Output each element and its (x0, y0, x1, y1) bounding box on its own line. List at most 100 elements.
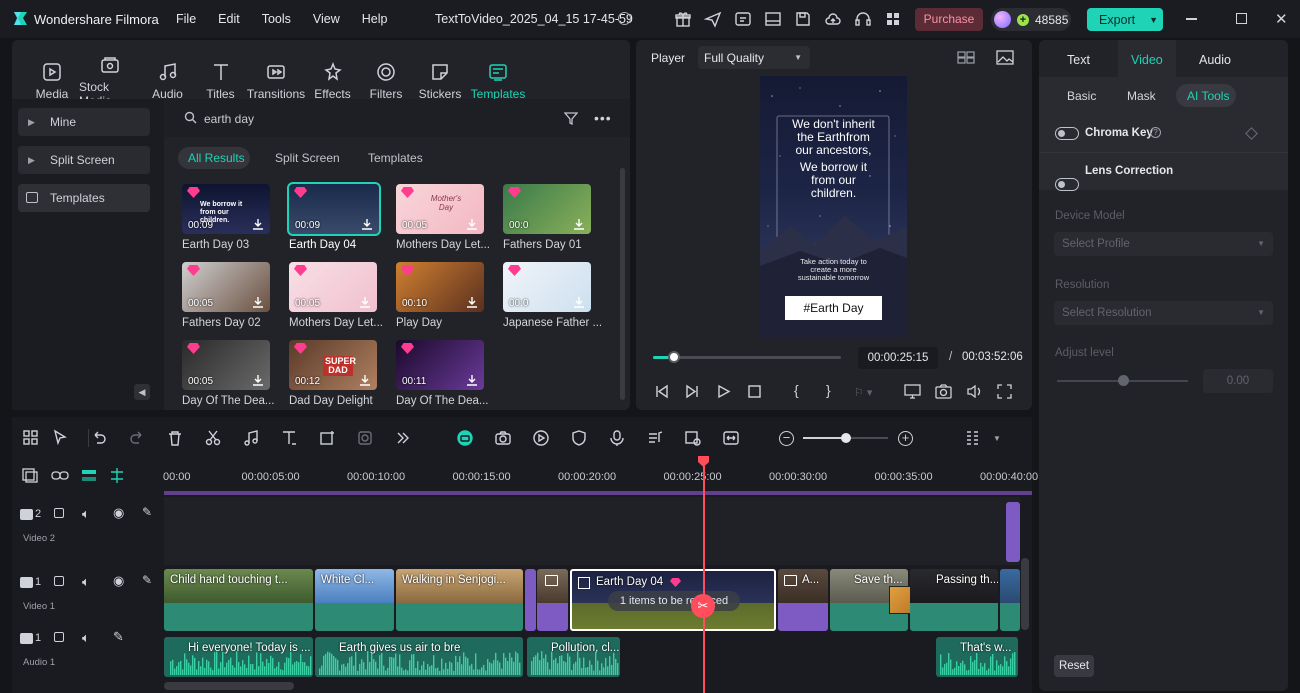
wand-icon[interactable]: ✎ (142, 573, 152, 587)
tab-stickers[interactable]: Stickers (412, 61, 468, 101)
track-stack-icon[interactable] (81, 468, 97, 483)
sidebar-item-mine[interactable]: ▶ Mine (18, 108, 150, 136)
filter-templates[interactable]: Templates (368, 151, 423, 165)
redo-icon[interactable] (128, 429, 166, 447)
delete-icon[interactable] (166, 429, 204, 447)
shield-icon[interactable] (570, 429, 608, 447)
video-clip[interactable]: Passing th... (910, 569, 998, 631)
lock-icon[interactable] (54, 632, 64, 642)
undo-icon[interactable] (90, 429, 128, 447)
video-clip[interactable] (1000, 569, 1020, 631)
cloud-upload-icon[interactable] (824, 10, 842, 28)
download-icon[interactable] (359, 296, 371, 308)
video-2-clip[interactable] (1006, 502, 1020, 562)
speaker-icon[interactable]: 🔈︎ (82, 574, 90, 590)
current-time[interactable]: 00:00:25:15 (858, 347, 938, 369)
menu-edit[interactable]: Edit (218, 12, 240, 26)
grid-view-icon[interactable] (957, 51, 975, 64)
export-button[interactable]: Export ▼ (1087, 8, 1163, 31)
reset-button[interactable]: Reset (1054, 655, 1094, 677)
image-view-icon[interactable] (996, 50, 1014, 65)
filter-icon[interactable] (564, 111, 578, 125)
mask-icon[interactable] (356, 429, 394, 447)
tab-video[interactable]: Video (1131, 53, 1163, 67)
audio-mixer-icon[interactable] (646, 429, 684, 447)
menu-help[interactable]: Help (362, 12, 388, 26)
snap-magnet-icon[interactable] (109, 468, 125, 483)
add-track-icon[interactable] (22, 468, 39, 483)
filter-split-screen[interactable]: Split Screen (275, 151, 340, 165)
speed-icon[interactable] (532, 429, 570, 447)
microphone-icon[interactable] (608, 429, 646, 447)
eye-icon[interactable]: ◉ (113, 573, 124, 589)
template-thumbnail[interactable]: 00:11 (396, 340, 484, 390)
lock-icon[interactable] (54, 576, 64, 586)
tab-filters[interactable]: Filters (360, 61, 412, 101)
download-icon[interactable] (573, 296, 585, 308)
fit-width-icon[interactable] (722, 429, 760, 447)
headset-icon[interactable] (854, 10, 872, 28)
restore-icon[interactable] (1236, 13, 1247, 24)
fullscreen-icon[interactable] (997, 384, 1012, 399)
close-icon[interactable]: ✕ (1275, 10, 1288, 28)
download-icon[interactable] (361, 218, 373, 230)
template-thumbnail[interactable]: 00:05 (289, 262, 377, 312)
quality-select[interactable]: Full Quality ▼ (698, 46, 810, 69)
lens-correction-toggle[interactable] (1055, 178, 1079, 191)
zoom-out-icon[interactable]: − (779, 431, 794, 446)
tab-audio[interactable]: Audio (141, 61, 194, 101)
speaker-icon[interactable]: 🔈︎ (82, 630, 90, 646)
transition-block[interactable] (525, 569, 536, 631)
volume-icon[interactable] (966, 384, 983, 399)
lock-icon[interactable] (54, 508, 64, 518)
sidebar-item-split-screen[interactable]: ▶ Split Screen (18, 146, 150, 174)
display-icon[interactable] (904, 384, 921, 399)
crop-icon[interactable] (318, 429, 356, 447)
download-icon[interactable] (466, 296, 478, 308)
adjust-level-input[interactable]: 0.00 (1203, 369, 1273, 393)
download-icon[interactable] (466, 374, 478, 386)
template-thumbnail[interactable]: 00:05 (182, 262, 270, 312)
collapse-sidebar-button[interactable]: ◀ (134, 384, 150, 400)
subtab-basic[interactable]: Basic (1067, 89, 1096, 103)
download-icon[interactable] (466, 218, 478, 230)
chevron-down-icon[interactable]: ▼ (993, 434, 1001, 443)
camera-effects-icon[interactable] (494, 429, 532, 447)
video-preview[interactable]: We don't inherit the Earthfrom our ances… (760, 76, 907, 338)
tab-text[interactable]: Text (1067, 53, 1090, 67)
apps-grid-icon[interactable] (884, 10, 902, 28)
template-thumbnail[interactable]: 00:12 SUPER DAD (289, 340, 377, 390)
minimize-icon[interactable] (1186, 18, 1197, 20)
more-options-icon[interactable]: ••• (594, 110, 612, 126)
zoom-slider-handle[interactable] (840, 433, 851, 443)
video-clip[interactable]: Walking in Senjogi... (396, 569, 523, 631)
zoom-in-icon[interactable]: + (898, 431, 913, 446)
filter-all-results[interactable]: All Results (188, 151, 245, 165)
subtab-mask[interactable]: Mask (1127, 89, 1156, 103)
template-thumbnail[interactable]: 00:10 (396, 262, 484, 312)
tab-media[interactable]: Media (25, 61, 79, 101)
credits-badge[interactable]: + 48585 (991, 8, 1071, 31)
adjust-level-slider[interactable] (1057, 375, 1188, 386)
help-icon[interactable]: ? (1150, 127, 1161, 138)
device-model-select[interactable]: Select Profile ▼ (1054, 232, 1273, 256)
template-thumbnail[interactable]: 00:0 (503, 262, 591, 312)
more-chevrons-icon[interactable] (394, 429, 456, 447)
marker-dropdown-icon[interactable]: ⚐ ▾ (854, 386, 884, 399)
tab-templates[interactable]: Templates (468, 61, 528, 101)
send-icon[interactable] (704, 10, 722, 28)
template-thumbnail[interactable]: 00:05 Mother's Day (396, 184, 484, 234)
menu-tools[interactable]: Tools (262, 12, 291, 26)
text-icon[interactable] (280, 429, 318, 447)
eye-icon[interactable]: ◉ (113, 505, 124, 521)
grid-icon[interactable] (22, 429, 52, 447)
template-thumbnail[interactable]: 00:0 (503, 184, 591, 234)
chroma-key-toggle[interactable] (1055, 127, 1079, 140)
image-clip[interactable] (537, 569, 568, 631)
zoom-slider[interactable] (803, 433, 888, 443)
mute-wand-icon[interactable]: ✎ (113, 629, 124, 645)
timeline-horizontal-scrollbar[interactable] (164, 682, 294, 690)
menu-view[interactable]: View (313, 12, 340, 26)
save-icon[interactable] (794, 10, 812, 28)
sidebar-item-templates[interactable]: Templates (18, 184, 150, 212)
